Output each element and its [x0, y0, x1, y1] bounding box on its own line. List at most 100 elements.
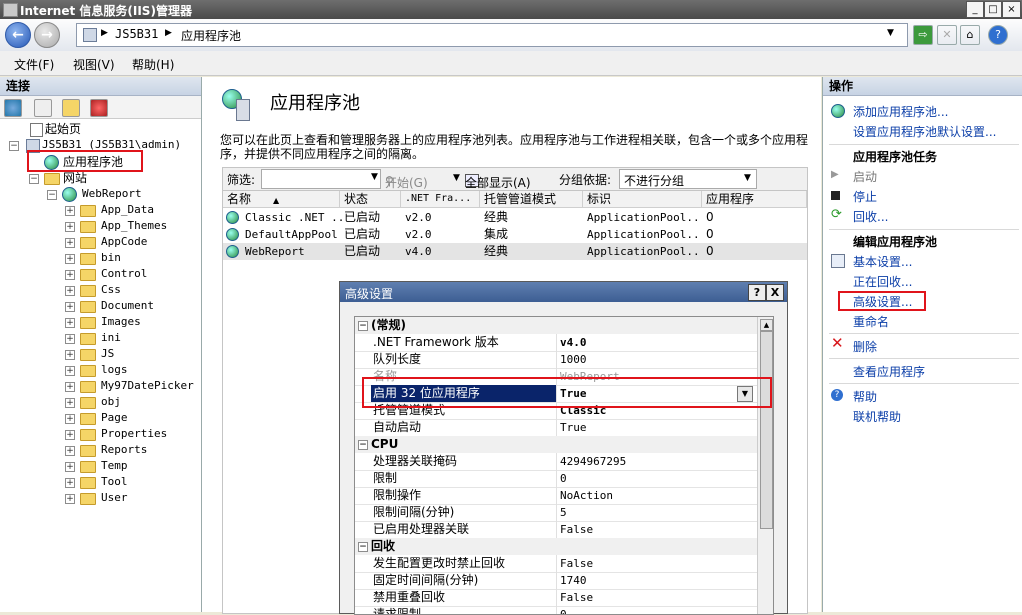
filter-input[interactable]	[261, 169, 381, 189]
help-icon[interactable]: ?	[988, 25, 1008, 45]
expand-folder-icon[interactable]: +	[65, 366, 75, 376]
connect-globe-icon[interactable]	[4, 99, 22, 117]
collapse-site-icon[interactable]: −	[47, 190, 57, 200]
col-header-mode[interactable]: 托管管道模式	[480, 191, 583, 208]
property-row[interactable]: 处理器关联掩码 4294967295	[355, 453, 757, 471]
breadcrumb-app-pools[interactable]: 应用程序池	[181, 27, 241, 44]
expand-folder-icon[interactable]: +	[65, 206, 75, 216]
property-value[interactable]: NoAction	[557, 487, 758, 504]
expand-folder-icon[interactable]: +	[65, 318, 75, 328]
expand-folder-icon[interactable]: +	[65, 462, 75, 472]
expand-folder-icon[interactable]: +	[65, 494, 75, 504]
up-folder-icon[interactable]	[62, 99, 80, 117]
expand-folder-icon[interactable]: +	[65, 398, 75, 408]
expand-folder-icon[interactable]: +	[65, 254, 75, 264]
property-row[interactable]: 已启用处理器关联 False	[355, 521, 757, 539]
menu-file[interactable]: 文件(F)	[14, 56, 54, 73]
col-header-identity[interactable]: 标识	[583, 191, 702, 208]
back-arrow-icon[interactable]: ←	[5, 22, 31, 48]
action-set-defaults[interactable]: 设置应用程序池默认设置...	[853, 123, 996, 140]
filter-dropdown-icon[interactable]: ▼	[371, 172, 378, 182]
action-view-apps[interactable]: 查看应用程序	[853, 363, 925, 380]
property-row[interactable]: 自动启动 True	[355, 419, 757, 437]
action-recycling[interactable]: 正在回收...	[853, 273, 912, 290]
minimize-button[interactable]: _	[966, 1, 984, 18]
collapse-category-icon[interactable]: −	[358, 542, 368, 552]
property-row[interactable]: 限制操作 NoAction	[355, 487, 757, 505]
collapse-server-icon[interactable]: −	[9, 141, 19, 151]
action-help[interactable]: 帮助	[853, 388, 877, 405]
col-header-status[interactable]: 状态	[340, 191, 401, 208]
action-delete[interactable]: 删除	[853, 338, 877, 355]
col-header-name[interactable]: 名称 ▲	[223, 191, 340, 208]
category-recycle[interactable]: − 回收	[355, 538, 757, 555]
collapse-sites-icon[interactable]: −	[29, 174, 39, 184]
collapse-category-icon[interactable]: −	[358, 440, 368, 450]
scroll-up-icon[interactable]: ▲	[760, 319, 773, 331]
menu-help[interactable]: 帮助(H)	[132, 56, 174, 73]
expand-folder-icon[interactable]: +	[65, 270, 75, 280]
action-start[interactable]: 启动	[853, 168, 877, 185]
disconnect-icon[interactable]	[90, 99, 108, 117]
property-row[interactable]: 队列长度 1000	[355, 351, 757, 369]
breadcrumb-server[interactable]: JS5B31	[115, 27, 158, 41]
property-value[interactable]: False	[557, 521, 758, 538]
property-row[interactable]: 限制 0	[355, 470, 757, 488]
property-row[interactable]: .NET Framework 版本 v4.0	[355, 334, 757, 352]
action-rename[interactable]: 重命名	[853, 313, 889, 330]
close-window-button[interactable]: ×	[1002, 1, 1021, 18]
expand-folder-icon[interactable]: +	[65, 382, 75, 392]
group-by-select[interactable]: 不进行分组 ▼	[619, 169, 757, 189]
expand-folder-icon[interactable]: +	[65, 430, 75, 440]
dialog-help-button[interactable]: ?	[748, 284, 766, 301]
property-value[interactable]: True	[557, 419, 758, 436]
col-header-apps[interactable]: 应用程序	[702, 191, 807, 208]
property-value[interactable]: 1000	[557, 351, 758, 368]
expand-folder-icon[interactable]: +	[65, 286, 75, 296]
property-value[interactable]: False	[557, 555, 758, 572]
property-row[interactable]: 请求限制 0	[355, 606, 758, 614]
property-value[interactable]: 1740	[557, 572, 758, 589]
property-value[interactable]: 5	[557, 504, 758, 521]
address-bar[interactable]: ▶ JS5B31 ▶ 应用程序池 ▼	[76, 23, 908, 47]
expand-folder-icon[interactable]: +	[65, 334, 75, 344]
action-recycle[interactable]: 回收...	[853, 208, 888, 225]
save-icon[interactable]	[34, 99, 52, 117]
expand-folder-icon[interactable]: +	[65, 350, 75, 360]
action-stop[interactable]: 停止	[853, 188, 877, 205]
table-row[interactable]: DefaultAppPool 已启动 v2.0 集成 ApplicationPool..…	[223, 226, 807, 243]
property-row[interactable]: 限制间隔(分钟) 5	[355, 504, 757, 522]
table-row[interactable]: Classic .NET ... 已启动 v2.0 经典 ApplicationPool…	[223, 209, 807, 226]
expand-folder-icon[interactable]: +	[65, 478, 75, 488]
go-icon[interactable]: ⇨	[913, 25, 933, 45]
property-row[interactable]: 固定时间间隔(分钟) 1740	[355, 572, 757, 590]
property-value[interactable]: 0	[557, 470, 758, 487]
address-dropdown-icon[interactable]: ▼	[887, 28, 894, 38]
property-value[interactable]: v4.0	[557, 334, 758, 351]
expand-folder-icon[interactable]: +	[65, 222, 75, 232]
action-online-help[interactable]: 联机帮助	[853, 408, 901, 425]
expand-folder-icon[interactable]: +	[65, 302, 75, 312]
expand-folder-icon[interactable]: +	[65, 238, 75, 248]
collapse-category-icon[interactable]: −	[358, 321, 368, 331]
start-dropdown-icon[interactable]: ▼	[453, 173, 460, 183]
property-row[interactable]: 发生配置更改时禁止回收 False	[355, 555, 757, 573]
property-value[interactable]: False	[557, 589, 758, 606]
forward-arrow-icon[interactable]: →	[34, 22, 60, 48]
col-header-net[interactable]: .NET Fra...	[401, 191, 480, 208]
menu-view[interactable]: 视图(V)	[73, 56, 115, 73]
expand-folder-icon[interactable]: +	[65, 446, 75, 456]
dialog-close-button[interactable]: X	[766, 284, 784, 301]
home-icon[interactable]: ⌂	[960, 25, 980, 45]
maximize-button[interactable]: □	[984, 1, 1002, 18]
scroll-thumb[interactable]	[760, 331, 773, 529]
category-cpu[interactable]: − CPU	[355, 436, 757, 453]
expand-folder-icon[interactable]: +	[65, 414, 75, 424]
table-row[interactable]: WebReport 已启动 v4.0 经典 ApplicationPool... 0	[223, 243, 807, 260]
stop-icon[interactable]: ✕	[937, 25, 957, 45]
property-scrollbar[interactable]: ▲	[757, 317, 773, 614]
property-value[interactable]: 0	[557, 606, 758, 614]
property-row[interactable]: 禁用重叠回收 False	[355, 589, 757, 607]
category-general[interactable]: − (常规)	[355, 317, 757, 334]
action-basic-settings[interactable]: 基本设置...	[853, 253, 912, 270]
